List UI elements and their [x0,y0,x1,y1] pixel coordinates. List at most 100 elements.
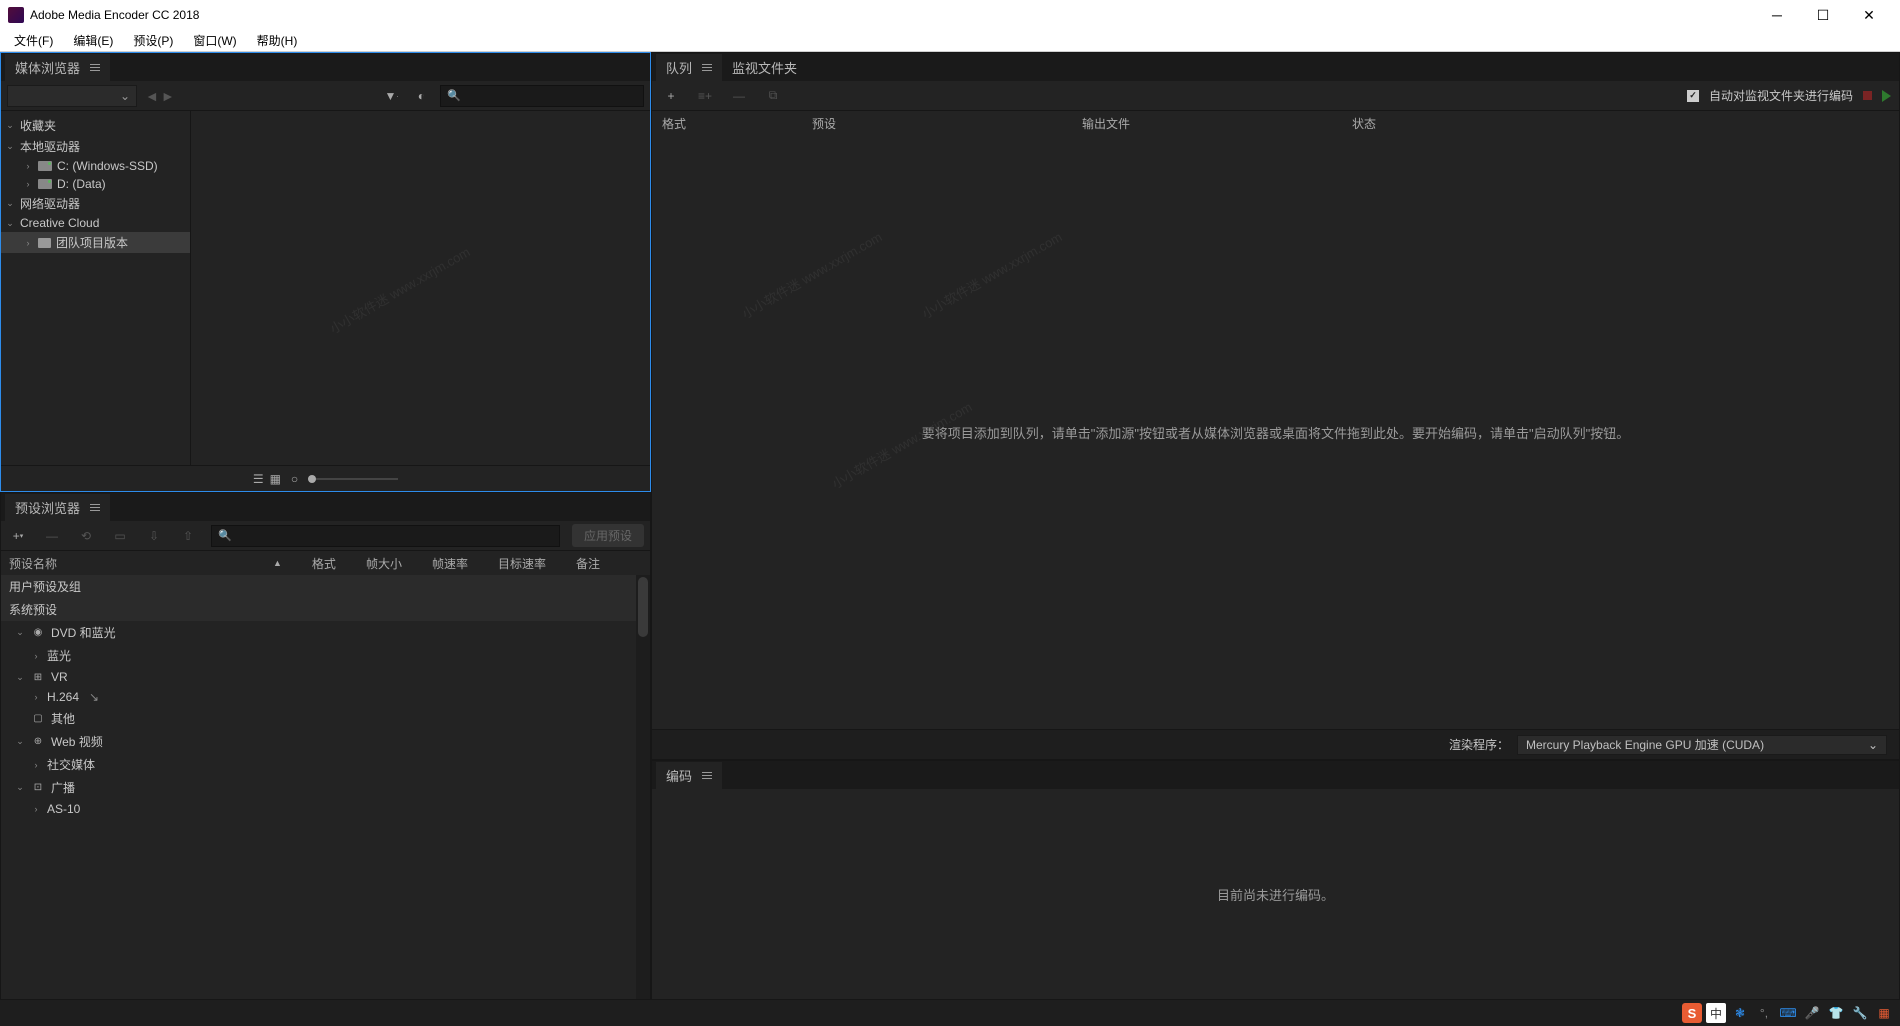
header-preset-name[interactable]: 预设名称 ▲ [9,555,282,572]
panel-menu-icon[interactable] [702,772,712,779]
duplicate-button[interactable]: ⧉ [762,85,784,107]
preset-group-web[interactable]: ⌄⊕Web 视频 [1,730,650,753]
header-frame-rate[interactable]: 帧速率 [432,555,468,572]
preset-scrollbar[interactable] [636,575,650,999]
remove-button[interactable]: — [728,85,750,107]
preset-group-system[interactable]: 系统预设 [1,598,650,621]
menu-help[interactable]: 帮助(H) [247,30,308,51]
preset-browser-tab-label: 预设浏览器 [15,498,80,517]
add-preset-button[interactable]: +▾ [7,525,29,547]
monitor-icon: ▢ [31,713,45,725]
tray-punct-icon[interactable]: °, [1754,1003,1774,1023]
watermark: 小小软件迷 www.xxrjm.com [828,397,975,493]
preset-group-user[interactable]: 用户预设及组 [1,575,650,598]
preset-item-social[interactable]: ›社交媒体 [1,753,650,776]
close-button[interactable]: ✕ [1846,0,1892,30]
tree-drive-d[interactable]: ›D: (Data) [1,175,190,193]
header-frame-size[interactable]: 帧大小 [366,555,402,572]
stop-button[interactable] [1863,91,1872,100]
panel-menu-icon[interactable] [90,64,100,71]
tray-skin-icon[interactable]: 👕 [1826,1003,1846,1023]
nav-back-icon[interactable]: ◄ [145,88,159,104]
path-dropdown[interactable]: ⌄ [7,85,137,107]
watermark: 小小软件迷 www.xxrjm.com [738,227,885,323]
start-queue-button[interactable] [1882,90,1891,102]
tree-local-drives[interactable]: ⌄本地驱动器 [1,136,190,157]
queue-headers: 格式 预设 输出文件 状态 [652,111,1899,135]
preset-group-other[interactable]: ▢其他 [1,707,650,730]
preset-item-as10[interactable]: ›AS-10 [1,799,650,819]
panel-menu-icon[interactable] [702,64,712,71]
queue-drop-area[interactable]: 小小软件迷 www.xxrjm.com 小小软件迷 www.xxrjm.com … [652,135,1899,729]
remove-preset-button[interactable]: — [41,525,63,547]
tray-mic-icon[interactable]: 🎤 [1802,1003,1822,1023]
tree-drive-c[interactable]: ›C: (Windows-SSD) [1,157,190,175]
renderer-dropdown[interactable]: Mercury Playback Engine GPU 加速 (CUDA) ⌄ [1517,735,1887,755]
add-source-button[interactable]: + [660,85,682,107]
tray-icon[interactable]: ❃ [1730,1003,1750,1023]
view-list-icon[interactable]: ☰ [253,472,264,486]
app-icon [8,7,24,23]
add-output-button[interactable]: ≡+ [694,85,716,107]
media-tree: ⌄收藏夹 ⌄本地驱动器 ›C: (Windows-SSD) ›D: (Data)… [1,111,191,465]
preset-browser-panel: 预设浏览器 +▾ — ⟲ ▭ ⇩ ⇧ 🔍 应用预设 预设名称 ▲ 格式 帧大小 … [0,492,651,1000]
media-content-area: 小小软件迷 www.xxrjm.com [191,111,650,465]
queue-tab[interactable]: 队列 [656,54,722,81]
header-target-rate[interactable]: 目标速率 [498,555,546,572]
zoom-slider[interactable] [308,478,398,480]
sort-asc-icon: ▲ [273,558,282,568]
queue-empty-message: 要将项目添加到队列，请单击"添加源"按钮或者从媒体浏览器或桌面将文件拖到此处。要… [922,423,1629,442]
ingest-icon[interactable]: ◐ [410,85,432,107]
system-tray: S 中 ❃ °, ⌨ 🎤 👕 🔧 ▦ [1676,1000,1900,1026]
menu-file[interactable]: 文件(F) [4,30,63,51]
ime-indicator[interactable]: S [1682,1003,1702,1023]
encode-body: 目前尚未进行编码。 [652,789,1899,999]
preset-browser-tab[interactable]: 预设浏览器 [5,494,110,521]
header-comment[interactable]: 备注 [576,555,600,572]
tree-network-drives[interactable]: ⌄网络驱动器 [1,193,190,214]
menu-window[interactable]: 窗口(W) [183,30,246,51]
apply-preset-button[interactable]: 应用预设 [572,524,644,547]
preset-group-broadcast[interactable]: ⌄⊡广播 [1,776,650,799]
media-browser-panel: 媒体浏览器 ⌄ ◄ ► ▼. ◐ 🔍 ⌄收藏夹 ⌄本地驱动器 ›C: (Wind… [0,52,651,492]
preset-group-dvd[interactable]: ⌄◉DVD 和蓝光 [1,621,650,644]
drive-icon [38,179,52,189]
search-icon: 🔍 [447,89,461,102]
new-group-button[interactable]: ▭ [109,525,131,547]
preset-search-input[interactable]: 🔍 [211,525,560,547]
maximize-button[interactable]: ☐ [1800,0,1846,30]
import-preset-button[interactable]: ⇩ [143,525,165,547]
sync-preset-button[interactable]: ⟲ [75,525,97,547]
menu-edit[interactable]: 编辑(E) [63,30,123,51]
drive-icon [38,161,52,171]
minimize-button[interactable]: ─ [1754,0,1800,30]
app-title: Adobe Media Encoder CC 2018 [30,8,199,22]
tray-tools-icon[interactable]: 🔧 [1850,1003,1870,1023]
media-search-input[interactable]: 🔍 [440,85,644,107]
ime-lang-button[interactable]: 中 [1706,1003,1726,1023]
media-browser-tab[interactable]: 媒体浏览器 [5,54,110,81]
preset-item-h264[interactable]: ›H.264↘ [1,687,650,707]
tray-grid-icon[interactable]: ▦ [1874,1003,1894,1023]
tree-favorites[interactable]: ⌄收藏夹 [1,115,190,136]
auto-encode-checkbox[interactable]: ✓ [1687,90,1699,102]
menubar: 文件(F) 编辑(E) 预设(P) 窗口(W) 帮助(H) [0,30,1900,52]
tree-creative-cloud[interactable]: ⌄Creative Cloud [1,214,190,232]
media-browser-tab-label: 媒体浏览器 [15,58,80,77]
watch-folder-tab[interactable]: 监视文件夹 [722,54,807,81]
nav-forward-icon[interactable]: ► [161,88,175,104]
preset-group-vr[interactable]: ⌄⊞VR [1,667,650,687]
menu-preset[interactable]: 预设(P) [123,30,183,51]
tray-keyboard-icon[interactable]: ⌨ [1778,1003,1798,1023]
export-preset-button[interactable]: ⇧ [177,525,199,547]
vr-icon: ⊞ [31,671,45,683]
preset-item-bluray[interactable]: ›蓝光 [1,644,650,667]
header-format[interactable]: 格式 [312,555,336,572]
queue-panel: 队列 监视文件夹 + ≡+ — ⧉ ✓ 自动对监视文件夹进行编码 [651,52,1900,760]
header-format: 格式 [662,115,812,132]
tree-team-project[interactable]: ›团队项目版本 [1,232,190,253]
filter-icon[interactable]: ▼. [380,85,402,107]
encode-tab[interactable]: 编码 [656,762,722,789]
panel-menu-icon[interactable] [90,504,100,511]
view-thumb-icon[interactable]: ▦ [270,472,281,486]
